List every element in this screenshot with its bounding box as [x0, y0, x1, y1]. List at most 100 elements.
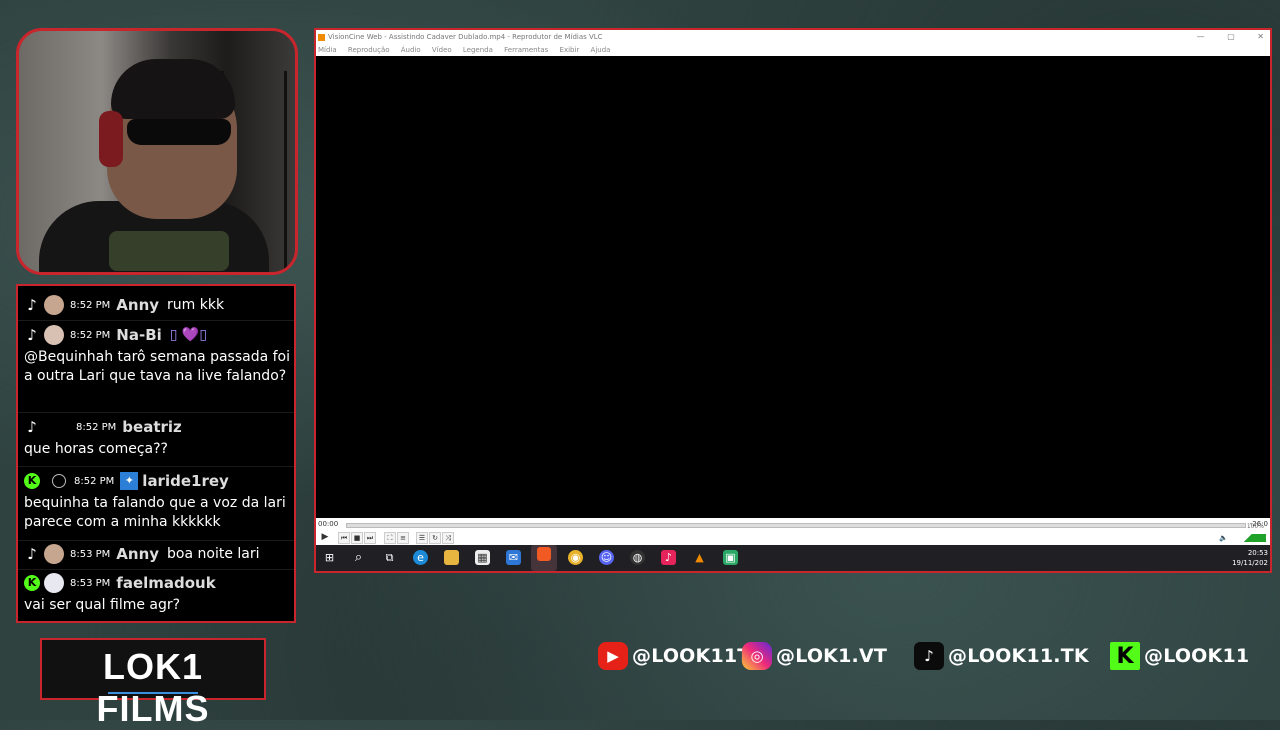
user-icon	[52, 474, 66, 488]
youtube-icon: ▶	[598, 642, 628, 670]
chat-message: ♪ 8:52 PM beatriz que horas começa??	[24, 416, 290, 459]
channel-logo: LOK1 FILMS	[40, 638, 266, 729]
menu-media[interactable]: Mídia	[318, 46, 337, 54]
chat-text: bequinha ta falando que a voz da lari pa…	[24, 495, 286, 530]
volume-slider[interactable]	[1230, 534, 1266, 542]
chat-username: Na-Bi	[116, 326, 162, 344]
chat-username: Anny	[116, 296, 160, 314]
discord-icon[interactable]: ☺	[599, 550, 614, 565]
search-icon[interactable]: ⌕	[351, 550, 366, 565]
chat-divider	[18, 412, 294, 413]
next-icon[interactable]: ⏭	[364, 532, 376, 544]
stop-icon[interactable]: ■	[351, 532, 363, 544]
maximize-icon[interactable]: ▢	[1227, 32, 1235, 41]
chat-time: 8:52 PM	[74, 475, 115, 487]
logo-underline	[108, 692, 198, 694]
chat-message: K 8:53 PM faelmadouk vai ser qual filme …	[24, 572, 290, 615]
edge-icon[interactable]: e	[413, 550, 428, 565]
tiktok-icon: ♪	[27, 418, 37, 436]
vlc-titlebar: VisionCine Web - Assistindo Cadaver Dubl…	[316, 30, 1270, 44]
social-handle: @LOK1.VT	[776, 645, 888, 667]
chat-divider	[18, 540, 294, 541]
social-instagram: ◎ @LOK1.VT	[742, 640, 887, 672]
cam-headphones	[99, 111, 123, 167]
obs-icon[interactable]: ◍	[630, 550, 645, 565]
chat-username: faelmadouk	[116, 574, 216, 592]
vlc-taskbar-icon[interactable]: ▲	[692, 550, 707, 565]
prev-icon[interactable]: ⏮	[338, 532, 350, 544]
social-kick: K @LOOK11	[1110, 640, 1249, 672]
app-icon[interactable]: ▣	[723, 550, 738, 565]
close-icon[interactable]: ✕	[1257, 32, 1264, 41]
avatar	[44, 325, 64, 345]
clock-date: 19/11/202	[1232, 559, 1268, 567]
avatar	[44, 417, 64, 437]
tiktok-live-icon[interactable]: ♪	[661, 550, 676, 565]
verified-badge-icon: ✦	[120, 472, 139, 490]
social-handle: @LOOK11.TK	[948, 645, 1089, 667]
logo-text: LOK1 FILMS	[96, 646, 210, 729]
social-tiktok: ♪ @LOOK11.TK	[914, 640, 1089, 672]
vlc-menubar: Mídia Reprodução Áudio Vídeo Legenda Fer…	[316, 44, 1270, 56]
chat-time: 8:52 PM	[76, 421, 117, 433]
cam-sunglasses	[127, 119, 231, 145]
brave-icon[interactable]	[531, 545, 557, 571]
chat-time: 8:53 PM	[70, 577, 111, 589]
cam-shirt-print	[109, 231, 229, 271]
speaker-icon[interactable]: 🔈	[1219, 534, 1228, 542]
menu-help[interactable]: Ajuda	[591, 46, 611, 54]
loop-icon[interactable]: ↻	[429, 532, 441, 544]
playlist-icon[interactable]: ☰	[416, 532, 428, 544]
tiktok-icon: ♪	[914, 642, 944, 670]
menu-tools[interactable]: Ferramentas	[504, 46, 548, 54]
chat-message: ♪ 8:52 PM Na-Bi ▯ 💜▯ @Bequinhah tarô sem…	[24, 324, 290, 385]
kick-icon: K	[1110, 642, 1140, 670]
chat-divider	[18, 320, 294, 321]
cam-person-hair	[111, 59, 235, 119]
chat-username: beatriz	[122, 418, 182, 436]
menu-view[interactable]: Exibir	[560, 46, 580, 54]
time-elapsed: 00:00	[318, 520, 339, 528]
social-handle: @LOOK11	[1144, 645, 1250, 667]
vlc-window: VisionCine Web - Assistindo Cadaver Dubl…	[314, 28, 1272, 573]
chat-time: 8:52 PM	[70, 329, 111, 341]
chat-username: Anny	[116, 545, 160, 563]
chat-message: K 8:52 PM ✦ laride1rey bequinha ta falan…	[24, 470, 290, 531]
extended-settings-icon[interactable]: ≡	[397, 532, 409, 544]
menu-subtitle[interactable]: Legenda	[463, 46, 493, 54]
file-explorer-icon[interactable]	[444, 550, 459, 565]
system-clock: 20:53 19/11/202	[1232, 548, 1268, 568]
social-youtube: ▶ @LOOK11TV	[598, 640, 765, 672]
menu-playback[interactable]: Reprodução	[348, 46, 390, 54]
chat-divider	[18, 466, 294, 467]
task-view-icon[interactable]: ⧉	[382, 550, 397, 565]
chat-time: 8:53 PM	[70, 548, 111, 560]
fullscreen-icon[interactable]: ⛶	[384, 532, 396, 544]
chat-username: laride1rey	[142, 472, 229, 490]
menu-video[interactable]: Vídeo	[432, 46, 452, 54]
windows-start-icon[interactable]: ⊞	[322, 550, 337, 565]
play-icon[interactable]: ▶	[320, 532, 330, 542]
vlc-title: VisionCine Web - Assistindo Cadaver Dubl…	[328, 33, 603, 41]
calendar-icon[interactable]: ▦	[475, 550, 490, 565]
chat-overlay: ♪ 8:52 PM Anny rum kkk ♪ 8:52 PM Na-Bi ▯…	[16, 284, 296, 623]
chat-time: 8:52 PM	[70, 299, 111, 311]
vlc-controls: 00:00 -26:0 ▶ ⏮ ■ ⏭ ⛶ ≡ ☰ ↻ ⤨ 100% 🔈	[316, 518, 1270, 545]
kick-icon: K	[24, 473, 40, 489]
menu-audio[interactable]: Áudio	[401, 46, 421, 54]
video-area[interactable]	[316, 56, 1270, 518]
mail-icon[interactable]: ✉	[506, 550, 521, 565]
instagram-icon: ◎	[742, 642, 772, 670]
minimize-icon[interactable]: —	[1197, 32, 1205, 41]
chat-text: boa noite lari	[167, 546, 260, 562]
seek-bar[interactable]	[346, 523, 1246, 528]
windows-taskbar: ⊞ ⌕ ⧉ e ▦ ✉ ◉ ☺ ◍ ♪ ▲ ▣ 20:53 19/11/202	[316, 545, 1270, 571]
tiktok-icon: ♪	[27, 326, 37, 344]
chat-text: vai ser qual filme agr?	[24, 597, 181, 613]
chat-message: ♪ 8:52 PM Anny rum kkk	[24, 294, 290, 316]
chat-text: @Bequinhah tarô semana passada foi a out…	[24, 349, 291, 384]
clock-time: 20:53	[1247, 549, 1268, 557]
chrome-icon[interactable]: ◉	[568, 550, 583, 565]
shuffle-icon[interactable]: ⤨	[442, 532, 454, 544]
tiktok-icon: ♪	[27, 296, 37, 314]
